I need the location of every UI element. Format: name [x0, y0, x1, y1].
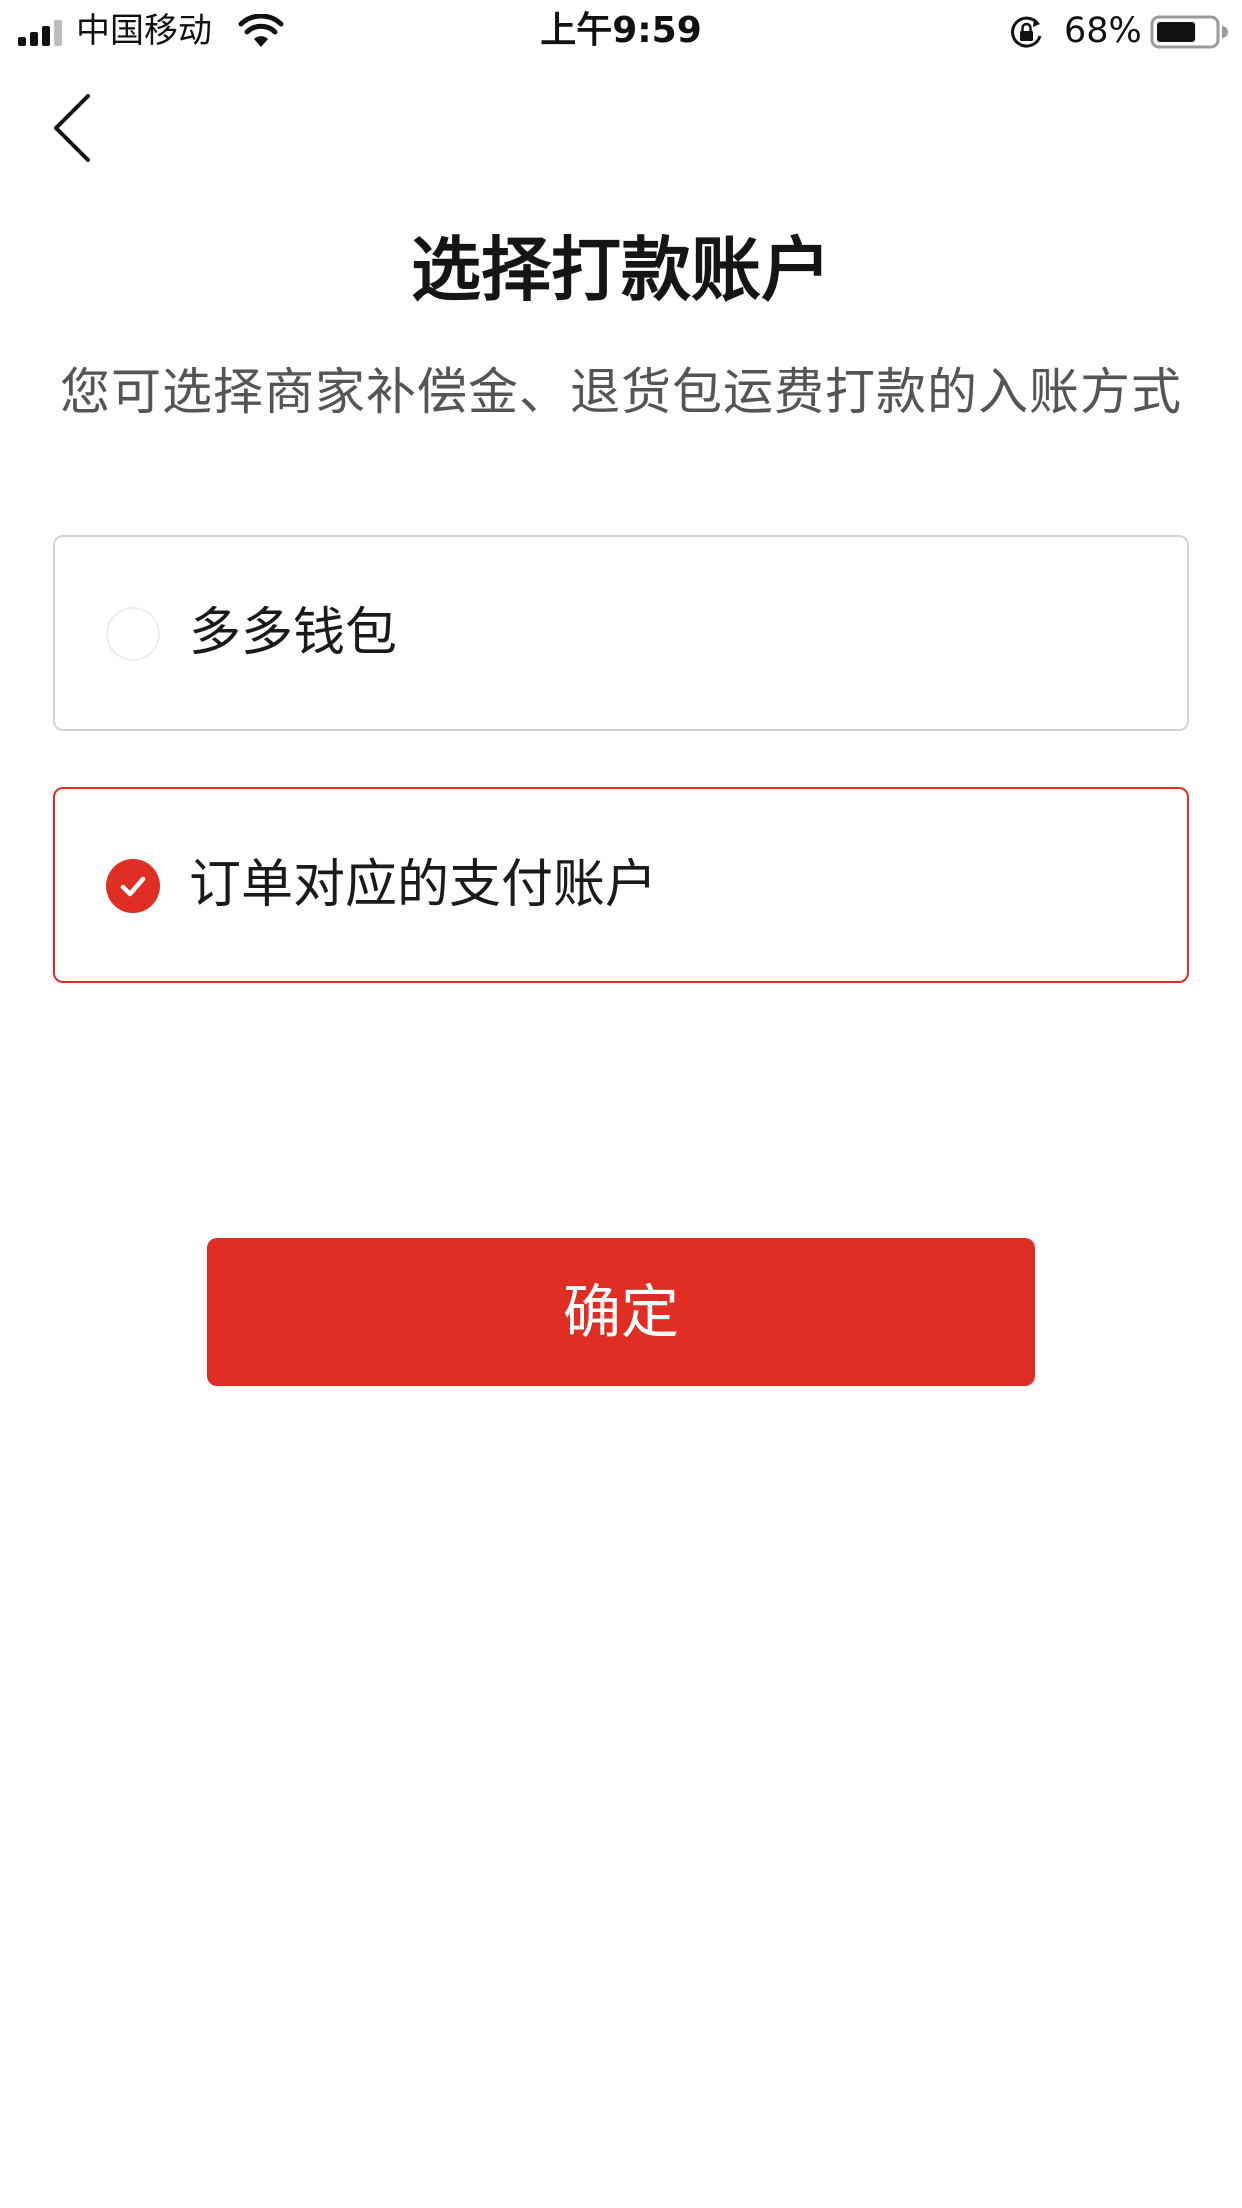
page-subtitle: 您可选择商家补偿金、退货包运费打款的入账方式 — [60, 363, 1182, 421]
page-title: 选择打款账户 — [411, 229, 831, 311]
option-order-payment-account[interactable]: 订单对应的支付账户 — [53, 787, 1189, 983]
status-time: 上午9:59 — [540, 10, 702, 51]
radio-checked-icon[interactable] — [106, 859, 160, 913]
battery-icon — [1150, 15, 1228, 49]
radio-unchecked-icon[interactable] — [106, 607, 160, 661]
rotation-lock-icon — [1011, 16, 1042, 48]
chevron-left-icon — [54, 94, 90, 162]
status-bar: 中国移动 上午9:59 68% — [0, 0, 1242, 62]
option-duoduo-wallet[interactable]: 多多钱包 — [53, 535, 1189, 731]
battery-percent: 68% — [1064, 11, 1142, 51]
confirm-button[interactable]: 确定 — [207, 1238, 1035, 1386]
option-label: 多多钱包 — [189, 603, 398, 663]
back-button[interactable] — [40, 88, 110, 168]
option-label: 订单对应的支付账户 — [189, 855, 658, 915]
checkmark-icon — [120, 876, 146, 897]
